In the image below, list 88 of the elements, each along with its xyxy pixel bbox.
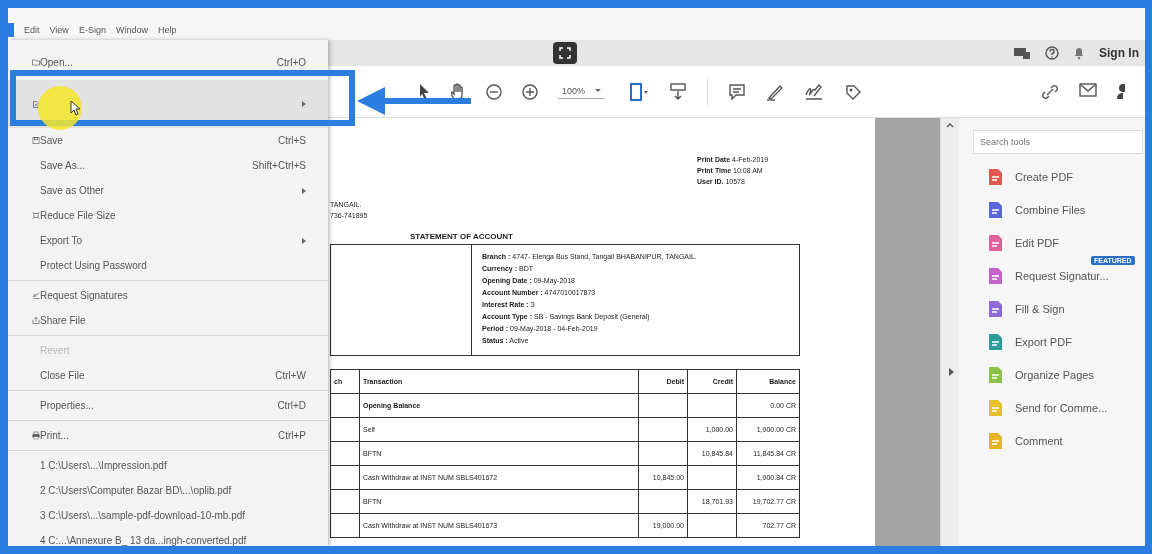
zoom-out-icon[interactable] [486, 83, 502, 100]
menu-bar-item[interactable]: Window [115, 25, 148, 35]
menu-item-label: Protect Using Password [40, 260, 148, 271]
menu-item-label: Save [40, 135, 64, 146]
menu-item-label: Revert [40, 345, 71, 356]
tool-item[interactable]: Export PDF [1015, 336, 1072, 348]
menu-bar-item[interactable]: View [49, 25, 69, 35]
desktop-icon[interactable] [1013, 46, 1031, 60]
menu-item[interactable]: Open... Ctrl+O [8, 44, 328, 80]
tool-item[interactable]: Organize Pages [1015, 369, 1094, 381]
screen-icon[interactable] [553, 42, 577, 64]
menu-item-label: 2 C:\Users\Computer Bazar BD\...\oplib.pdf [40, 485, 233, 496]
comment-icon[interactable] [728, 82, 747, 101]
menu-item-label: Request Signatures [40, 290, 129, 301]
document-icon[interactable] [987, 300, 1005, 318]
menu-item[interactable]: Request Signatures [8, 283, 328, 308]
tool-item[interactable]: Create PDF [1015, 171, 1074, 183]
shortcut-label: Ctrl+P [277, 430, 306, 441]
tool-item[interactable]: Fill & Sign [1015, 303, 1065, 315]
caret-icon [595, 86, 602, 94]
tool-item[interactable]: Edit PDF [1015, 237, 1059, 249]
menu-bar-item[interactable]: Help [157, 25, 177, 35]
menu-item[interactable]: Close File Ctrl+W [8, 363, 328, 388]
menu-item-label: Open... [40, 56, 74, 68]
zoom-dropdown[interactable]: 100% [558, 84, 606, 99]
document-icon[interactable] [987, 168, 1005, 186]
menu-item[interactable]: Print... Ctrl+P [8, 423, 328, 448]
tool-item[interactable]: Request Signatur... [1015, 270, 1109, 282]
menu-item[interactable]: 3 C:\Users\...\sample-pdf-download-10-mb.pdf [8, 503, 328, 528]
shortcut-label: Ctrl+D [277, 400, 306, 411]
menu-item[interactable]: Export To [8, 228, 328, 253]
menu-item-label: Print... [40, 430, 70, 441]
hand-icon[interactable] [450, 82, 466, 101]
submenu-arrow-icon [302, 101, 306, 107]
menu-bar-item[interactable]: Edit [24, 25, 40, 35]
scrollbar[interactable] [940, 118, 959, 546]
signature-icon[interactable] [804, 82, 825, 101]
cursor-icon [70, 100, 82, 116]
menu-item[interactable]: Properties... Ctrl+D [8, 393, 328, 418]
scroll-up-icon[interactable] [946, 122, 954, 128]
menu-item[interactable]: Share File [8, 308, 328, 333]
document-icon[interactable] [987, 333, 1005, 351]
shortcut-label: Ctrl+S [277, 135, 306, 146]
document-title: STATEMENT OF ACCOUNT [410, 231, 514, 242]
menu-item[interactable]: 1 C:\Users\...\Impression.pdf [8, 453, 328, 478]
link-icon[interactable] [1041, 82, 1059, 101]
menu-item[interactable]: Protect Using Password [8, 253, 328, 278]
fit-page-icon[interactable] [629, 82, 650, 101]
document-icon[interactable] [987, 267, 1005, 285]
menu-item-label: 3 C:\Users\...\sample-pdf-download-10-mb.pdf [40, 510, 247, 521]
menu-item[interactable]: Save Ctrl+S [8, 128, 328, 153]
zoom-in-icon[interactable] [522, 83, 538, 100]
document-icon[interactable] [987, 201, 1005, 219]
mail-icon[interactable] [1079, 82, 1097, 97]
scroll-mode-icon[interactable] [669, 82, 688, 101]
person-icon[interactable] [1117, 82, 1125, 99]
document-icon[interactable] [987, 234, 1005, 252]
help-icon[interactable] [1045, 46, 1059, 60]
tool-item[interactable]: Comment [1015, 435, 1063, 447]
menu-item-label: 1 C:\Users\...\Impression.pdf [40, 460, 168, 471]
menu-item-label: Save As... [40, 160, 87, 171]
menu-item[interactable]: Reduce File Size [8, 203, 328, 228]
menu-item[interactable]: Save As... Shift+Ctrl+S [8, 153, 328, 178]
submenu-arrow-icon [302, 237, 306, 244]
pen-icon[interactable] [766, 82, 785, 101]
pointer-icon[interactable] [418, 82, 430, 101]
menu-item-label: 4 C:...\Annexure B_ 13 da...ingh-converted.pdf [40, 535, 248, 546]
menu-bar-item[interactable]: E-Sign [78, 25, 106, 35]
menu-item[interactable]: 2 C:\Users\Computer Bazar BD\...\oplib.pdf [8, 478, 328, 503]
menu-item-label: Share File [40, 315, 87, 326]
menu-item[interactable]: 4 C:...\Annexure B_ 13 da...ingh-converted.pdf [8, 528, 328, 546]
shortcut-label: Ctrl+W [275, 370, 306, 381]
menu-item-label: Save as Other [40, 185, 105, 196]
panel-toggle-icon[interactable] [949, 368, 954, 376]
tag-icon[interactable] [844, 82, 863, 101]
bell-icon[interactable] [1073, 46, 1085, 60]
shortcut-label: Shift+Ctrl+S [252, 160, 306, 171]
tool-item[interactable]: Send for Comme... [1015, 402, 1108, 414]
sign-in-button[interactable]: Sign In [1099, 46, 1139, 60]
menu-item-label: Close File [40, 370, 86, 381]
search-tools-field[interactable]: Search tools [973, 130, 1143, 154]
tool-item[interactable]: Combine Files [1015, 204, 1086, 216]
menu-item-label: Export To [40, 235, 84, 246]
shortcut-label: Ctrl+O [276, 56, 306, 68]
menu-item-label: Reduce File Size [40, 210, 117, 221]
menu-item[interactable]: Save as Other [8, 178, 328, 203]
submenu-arrow-icon [302, 187, 306, 194]
menu-item-label: Properties... [40, 400, 95, 411]
